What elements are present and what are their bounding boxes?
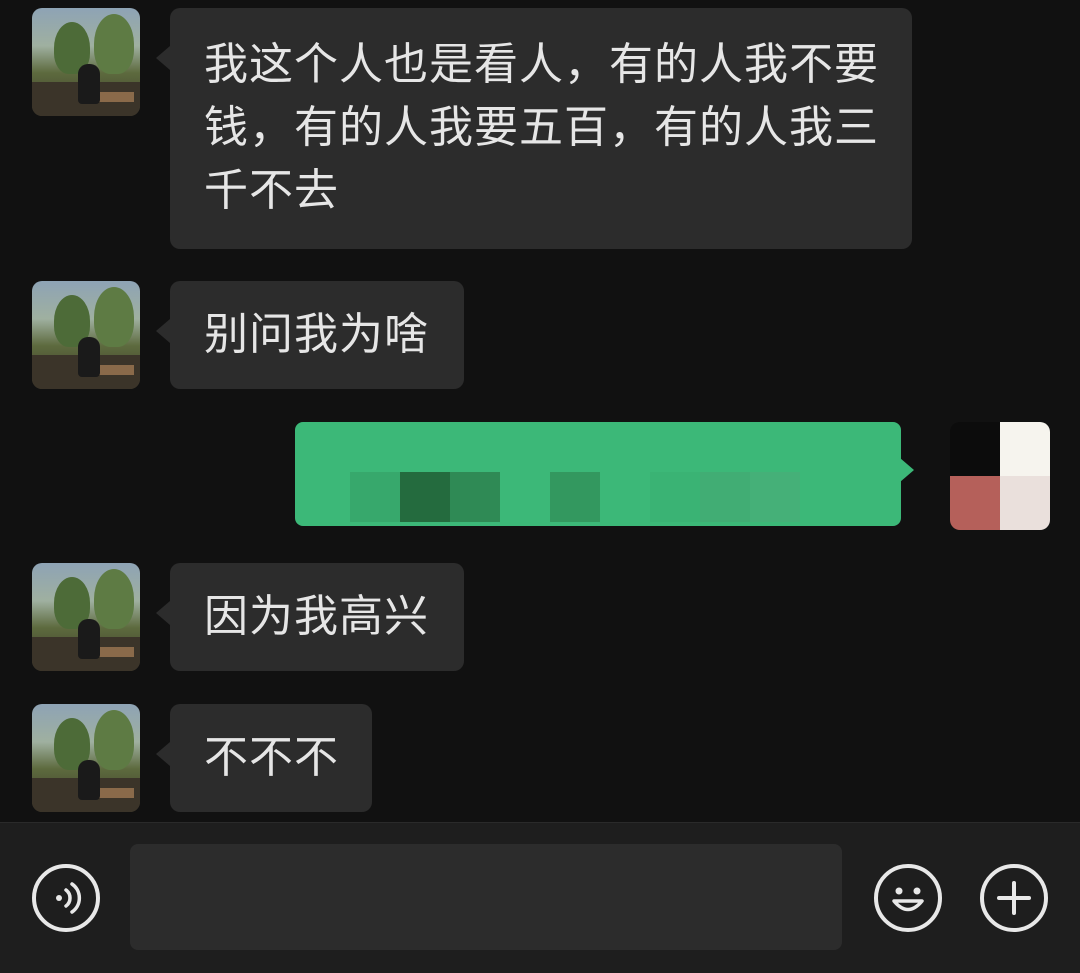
received-message-bubble[interactable]: 别问我为啥 <box>156 281 464 389</box>
message-text-line: 我这个人也是看人，有的人我不要 <box>204 39 879 90</box>
message-input[interactable] <box>130 844 842 950</box>
received-message-bubble[interactable]: 我这个人也是看人，有的人我不要 钱，有的人我要五百，有的人我三 千不去 <box>156 8 912 249</box>
message-text-line: 千不去 <box>204 165 339 216</box>
received-message-bubble[interactable]: 不不不 <box>156 704 372 812</box>
smiley-icon <box>892 887 924 912</box>
sent-bubble-tail <box>900 458 914 482</box>
my-avatar[interactable] <box>950 422 1050 530</box>
message-text-line: 因为我高兴 <box>204 591 429 642</box>
contact-avatar[interactable] <box>32 281 140 389</box>
message-text-line: 钱，有的人我要五百，有的人我三 <box>204 102 879 153</box>
sent-message-bubble-pixelated[interactable] <box>295 422 901 526</box>
voice-input-button[interactable] <box>32 864 100 932</box>
more-options-button[interactable] <box>980 864 1048 932</box>
voice-wave-icon <box>56 882 82 914</box>
chat-message-list[interactable]: 我这个人也是看人，有的人我不要 钱，有的人我要五百，有的人我三 千不去 别问我为… <box>0 0 1080 822</box>
received-message-bubble[interactable]: 因为我高兴 <box>156 563 464 671</box>
message-text-line: 别问我为啥 <box>204 309 429 360</box>
contact-avatar[interactable] <box>32 704 140 812</box>
message-text-line: 不不不 <box>204 732 339 783</box>
contact-avatar[interactable] <box>32 8 140 116</box>
chat-input-bar <box>0 822 1080 973</box>
emoji-button[interactable] <box>874 864 942 932</box>
contact-avatar[interactable] <box>32 563 140 671</box>
plus-icon <box>997 881 1031 915</box>
